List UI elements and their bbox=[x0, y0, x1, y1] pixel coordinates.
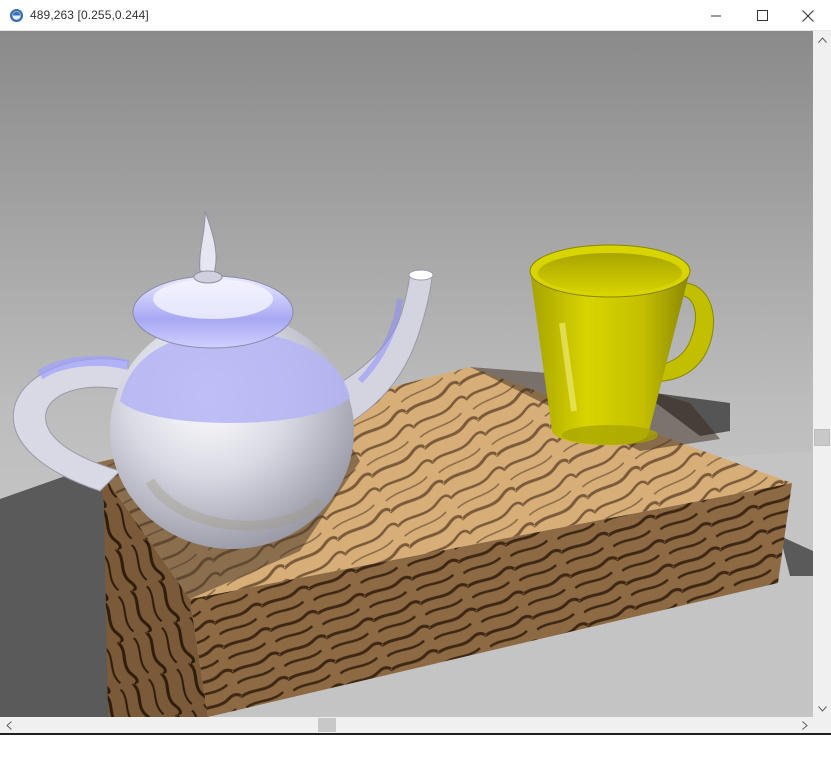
scrollbar-corner bbox=[813, 717, 831, 733]
close-icon bbox=[802, 9, 814, 22]
rendered-scene bbox=[0, 31, 813, 717]
render-viewport[interactable] bbox=[0, 31, 813, 717]
minimize-button[interactable] bbox=[693, 0, 739, 31]
window-titlebar[interactable]: 489,263 [0.255,0.244] bbox=[0, 0, 831, 31]
scroll-left-button[interactable] bbox=[0, 717, 17, 733]
minimize-icon bbox=[710, 15, 721, 17]
vertical-scroll-thumb[interactable] bbox=[814, 429, 830, 446]
scroll-down-button[interactable] bbox=[813, 700, 831, 717]
chevron-up-icon bbox=[817, 36, 827, 43]
scroll-right-button[interactable] bbox=[796, 717, 813, 733]
window-bottom-border bbox=[0, 733, 831, 735]
chevron-left-icon bbox=[5, 720, 12, 730]
vertical-scrollbar[interactable] bbox=[813, 31, 831, 717]
scroll-up-button[interactable] bbox=[813, 31, 831, 48]
app-icon bbox=[9, 8, 24, 23]
maximize-button[interactable] bbox=[739, 0, 785, 31]
horizontal-scroll-thumb[interactable] bbox=[318, 718, 336, 732]
maximize-icon bbox=[756, 10, 768, 21]
horizontal-scrollbar[interactable] bbox=[0, 717, 813, 733]
mug-interior bbox=[538, 253, 682, 293]
teapot-spout-tip bbox=[408, 269, 434, 281]
chevron-down-icon bbox=[817, 705, 827, 712]
window-title: 489,263 [0.255,0.244] bbox=[30, 8, 149, 22]
left-shadow bbox=[0, 461, 108, 717]
mug-base bbox=[562, 425, 658, 445]
chevron-right-icon bbox=[801, 720, 808, 730]
close-button[interactable] bbox=[785, 0, 831, 31]
